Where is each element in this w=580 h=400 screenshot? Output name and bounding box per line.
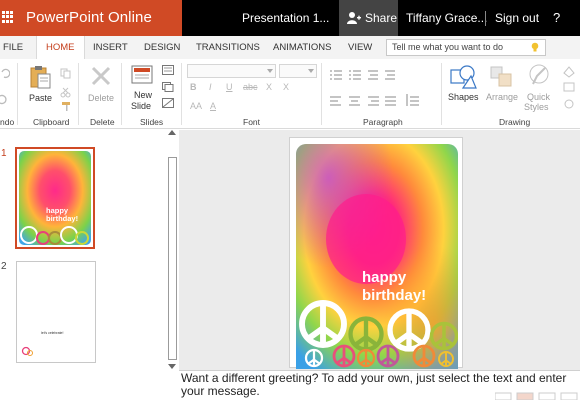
new-slide-label-1[interactable]: New bbox=[134, 90, 152, 100]
tab-design[interactable]: DESIGN bbox=[144, 36, 180, 59]
help-button[interactable]: ? bbox=[553, 10, 560, 25]
font-color-button[interactable]: A bbox=[210, 101, 216, 111]
shapes-button[interactable]: Shapes bbox=[448, 92, 479, 102]
app-launcher-icon[interactable] bbox=[2, 11, 14, 23]
slide-number: 1 bbox=[1, 148, 7, 159]
undo-group-label: ndo bbox=[0, 117, 15, 127]
tab-insert[interactable]: INSERT bbox=[93, 36, 128, 59]
new-slide-label-2[interactable]: Slide bbox=[131, 101, 151, 111]
duplicate-slide-icon[interactable] bbox=[162, 82, 174, 92]
italic-button[interactable]: I bbox=[209, 82, 212, 92]
scroll-thumb[interactable] bbox=[168, 157, 177, 360]
arrange-button[interactable]: Arrange bbox=[486, 92, 518, 102]
group-separator bbox=[321, 63, 322, 125]
tell-me-placeholder: Tell me what you want to do bbox=[392, 42, 504, 52]
shapes-icon[interactable] bbox=[449, 64, 477, 90]
arrange-icon[interactable] bbox=[489, 65, 515, 89]
group-separator bbox=[181, 63, 182, 125]
superscript-button[interactable]: X bbox=[283, 82, 289, 92]
tab-animations[interactable]: ANIMATIONS bbox=[273, 36, 331, 59]
copy-icon[interactable] bbox=[60, 68, 71, 79]
paste-button[interactable]: Paste bbox=[29, 93, 52, 103]
delete-button[interactable]: Delete bbox=[88, 93, 114, 103]
document-title[interactable]: Presentation 1... bbox=[242, 11, 329, 25]
divider bbox=[485, 11, 486, 26]
shape-fill-outline-icons[interactable] bbox=[562, 65, 576, 113]
tab-file[interactable]: FILE bbox=[3, 36, 23, 59]
peace-signs-graphic[interactable] bbox=[296, 296, 458, 369]
hide-slide-icon[interactable] bbox=[162, 98, 174, 108]
font-name-dropdown[interactable] bbox=[187, 64, 276, 78]
sign-out-link[interactable]: Sign out bbox=[495, 11, 539, 25]
lightbulb-icon bbox=[531, 42, 539, 52]
ribbon: ndo Paste Clipboard Delete Delete New Sl… bbox=[0, 59, 580, 129]
tell-me-search[interactable]: Tell me what you want to do bbox=[386, 39, 546, 56]
ribbon-tabs: FILE HOME INSERT DESIGN TRANSITIONS ANIM… bbox=[0, 36, 580, 59]
share-label: Share bbox=[365, 11, 398, 25]
new-slide-icon[interactable] bbox=[131, 65, 153, 85]
slide-1-preview: happy birthday! bbox=[19, 151, 91, 245]
slide-thumbnail-1[interactable]: happy birthday! bbox=[15, 147, 95, 249]
app-name[interactable]: PowerPoint Online bbox=[26, 9, 152, 26]
paste-icon[interactable] bbox=[30, 65, 52, 89]
paragraph-tools[interactable] bbox=[330, 70, 430, 120]
group-separator bbox=[78, 63, 79, 125]
slide-2-preview: let's celebrate! bbox=[21, 331, 63, 356]
greeting-line-1[interactable]: happy bbox=[362, 269, 406, 286]
format-painter-icon[interactable] bbox=[61, 101, 72, 112]
share-button[interactable]: Share bbox=[339, 0, 398, 36]
group-separator bbox=[121, 63, 122, 125]
font-group-label: Font bbox=[243, 117, 261, 127]
quick-styles-label-2[interactable]: Styles bbox=[524, 102, 549, 112]
current-slide[interactable]: happy birthday! bbox=[289, 137, 463, 369]
group-separator bbox=[441, 63, 442, 125]
redo-icon[interactable] bbox=[0, 93, 10, 105]
slide-number: 2 bbox=[1, 261, 7, 272]
undo-icon[interactable] bbox=[0, 67, 10, 79]
quick-styles-label-1[interactable]: Quick bbox=[527, 92, 550, 102]
underline-button[interactable]: U bbox=[226, 82, 233, 92]
tab-home[interactable]: HOME bbox=[36, 36, 85, 59]
cut-icon[interactable] bbox=[60, 87, 71, 98]
user-name[interactable]: Tiffany Grace... bbox=[406, 11, 487, 25]
change-case-button[interactable]: AA bbox=[190, 101, 202, 111]
thumbnails-scrollbar[interactable] bbox=[165, 130, 178, 370]
scroll-down-arrow-icon[interactable] bbox=[168, 364, 176, 369]
thumb-greeting-2: birthday! bbox=[46, 214, 78, 223]
paragraph-group-label: Paragraph bbox=[363, 117, 403, 127]
view-buttons[interactable] bbox=[495, 392, 580, 400]
thumb-2-text: let's celebrate! bbox=[41, 331, 63, 335]
delete-group-label: Delete bbox=[90, 117, 115, 127]
layout-icon[interactable] bbox=[162, 65, 174, 75]
tab-transitions[interactable]: TRANSITIONS bbox=[196, 36, 260, 59]
add-person-icon bbox=[347, 12, 361, 24]
subscript-button[interactable]: X bbox=[266, 82, 272, 92]
scroll-up-arrow-icon[interactable] bbox=[168, 130, 176, 135]
tab-view[interactable]: VIEW bbox=[348, 36, 372, 59]
title-bar: PowerPoint Online Presentation 1... Shar… bbox=[0, 0, 580, 36]
slide-thumbnail-2[interactable]: let's celebrate! bbox=[16, 261, 96, 363]
slides-group-label: Slides bbox=[140, 117, 164, 127]
clipboard-group-label: Clipboard bbox=[33, 117, 70, 127]
group-separator bbox=[17, 63, 18, 125]
drawing-group-label: Drawing bbox=[499, 117, 531, 127]
delete-x-icon[interactable] bbox=[90, 65, 112, 87]
slide-thumbnails-pane: 1 happy birthday! 2 let's celebrate! bbox=[0, 130, 178, 400]
bold-button[interactable]: B bbox=[190, 82, 197, 92]
font-size-dropdown[interactable] bbox=[279, 64, 317, 78]
app-brand: PowerPoint Online bbox=[0, 0, 182, 36]
quick-styles-icon[interactable] bbox=[527, 64, 551, 90]
strikethrough-button[interactable]: abc bbox=[243, 82, 258, 92]
